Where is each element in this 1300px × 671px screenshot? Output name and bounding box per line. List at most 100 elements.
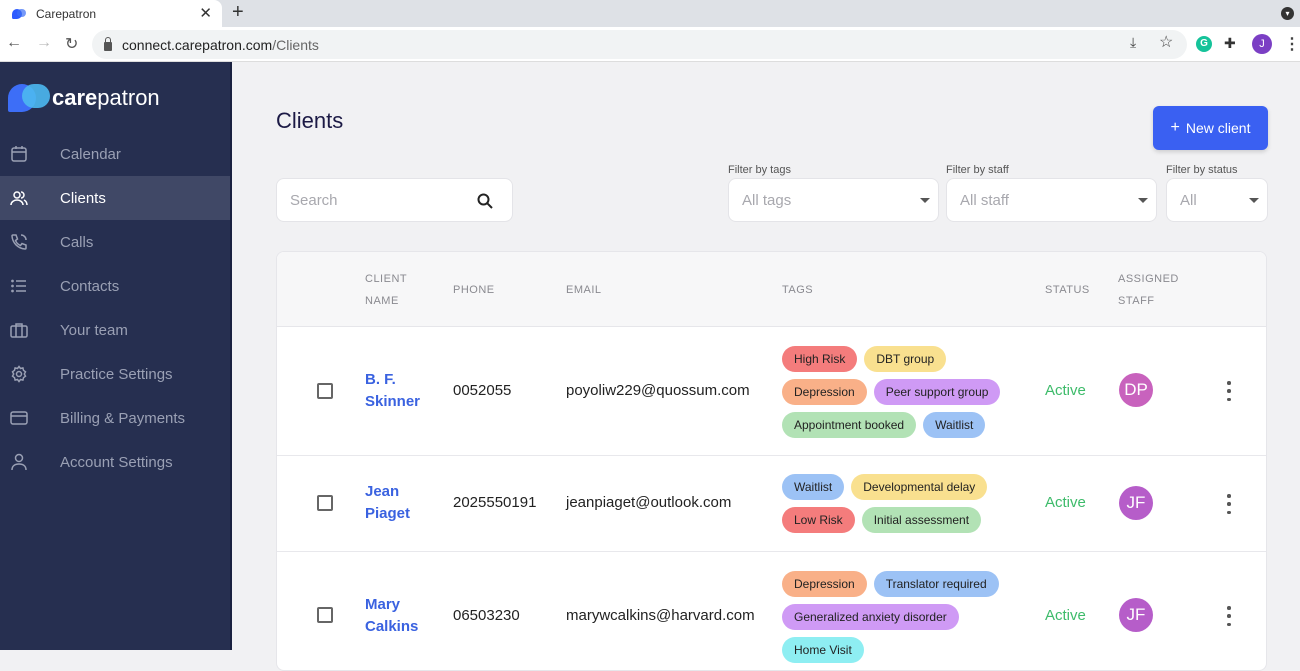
browser-tab[interactable]: Carepatron ✕: [0, 0, 222, 27]
sidebar-item-label: Account Settings: [60, 454, 173, 471]
client-email: marywcalkins@harvard.com: [566, 607, 755, 624]
status-badge: Active: [1045, 494, 1086, 511]
search-placeholder: Search: [290, 192, 338, 209]
filter-staff-select[interactable]: All staff: [946, 178, 1157, 222]
sidebar-item-label: Clients: [60, 190, 106, 207]
client-phone: 0052055: [453, 382, 511, 399]
browser-menu-icon[interactable]: ⋮: [1284, 34, 1300, 54]
sidebar-item-clients[interactable]: Clients: [0, 176, 230, 220]
staff-avatar[interactable]: JF: [1119, 598, 1153, 632]
carepatron-logo[interactable]: carepatron: [8, 84, 160, 112]
brand-light: patron: [97, 85, 159, 110]
tag-chip: Generalized anxiety disorder: [782, 604, 959, 630]
table-row[interactable]: B. F.Skinner 0052055 poyoliw229@quossum.…: [277, 327, 1266, 456]
tag-chip: Low Risk: [782, 507, 855, 533]
url-domain: connect.carepatron.com: [122, 37, 272, 53]
table-row[interactable]: JeanPiaget 2025550191 jeanpiaget@outlook…: [277, 456, 1266, 552]
filter-status-label: Filter by status: [1166, 164, 1238, 176]
sidebar-item-your-team[interactable]: Your team: [0, 308, 230, 352]
sidebar-item-account-settings[interactable]: Account Settings: [0, 440, 230, 484]
sidebar-item-calendar[interactable]: Calendar: [0, 132, 230, 176]
sidebar-item-contacts[interactable]: Contacts: [0, 264, 230, 308]
carepatron-favicon-icon: [12, 9, 26, 19]
tab-title: Carepatron: [36, 7, 96, 21]
tag-chip: DBT group: [864, 346, 946, 372]
reload-icon[interactable]: ↻: [65, 34, 78, 54]
new-tab-button[interactable]: +: [232, 1, 244, 24]
search-icon[interactable]: [476, 192, 494, 214]
client-phone: 2025550191: [453, 494, 536, 511]
client-name-link[interactable]: B. F.Skinner: [365, 369, 435, 413]
filter-tags-select[interactable]: All tags: [728, 178, 939, 222]
tag-chip: Waitlist: [782, 474, 844, 500]
sidebar-item-practice-settings[interactable]: Practice Settings: [0, 352, 230, 396]
filter-staff-label: Filter by staff: [946, 164, 1009, 176]
tag-chip: Initial assessment: [862, 507, 981, 533]
grammarly-extension-icon[interactable]: G: [1196, 36, 1212, 52]
client-name-link[interactable]: MaryCalkins: [365, 594, 435, 638]
client-tags: Waitlist Developmental delay Low Risk Initi…: [782, 474, 997, 533]
filter-staff-value: All staff: [960, 192, 1009, 209]
more-options-icon[interactable]: [1223, 606, 1235, 626]
brand-bold: care: [52, 85, 97, 110]
phone-icon: [10, 233, 28, 251]
install-icon[interactable]: ⤓: [1130, 34, 1136, 51]
row-checkbox[interactable]: [317, 607, 333, 623]
sidebar-item-label: Billing & Payments: [60, 410, 185, 427]
url-field[interactable]: connect.carepatron.com/Clients: [92, 30, 1187, 59]
users-icon: [10, 189, 28, 207]
client-phone: 06503230: [453, 607, 520, 624]
filter-tags-label: Filter by tags: [728, 164, 791, 176]
plus-icon: +: [1171, 119, 1180, 137]
tag-chip: Depression: [782, 571, 867, 597]
more-options-icon[interactable]: [1223, 381, 1235, 401]
profile-avatar[interactable]: J: [1252, 34, 1272, 54]
url-path: /Clients: [272, 37, 319, 53]
sidebar-item-label: Calendar: [60, 146, 121, 163]
header-phone[interactable]: PHONE: [453, 279, 495, 301]
header-assigned-staff: ASSIGNEDSTAFF: [1118, 268, 1179, 312]
forward-icon[interactable]: →: [36, 34, 52, 52]
more-options-icon[interactable]: [1223, 494, 1235, 514]
staff-avatar[interactable]: JF: [1119, 486, 1153, 520]
table-header: CLIENTNAME PHONE EMAIL TAGS STATUS ASSIG…: [277, 252, 1266, 327]
credit-card-icon: [10, 409, 28, 427]
header-status[interactable]: STATUS: [1045, 279, 1090, 301]
status-badge: Active: [1045, 607, 1086, 624]
sidebar-item-label: Your team: [60, 322, 128, 339]
search-input[interactable]: Search: [276, 178, 513, 222]
staff-avatar[interactable]: DP: [1119, 373, 1153, 407]
sidebar-item-calls[interactable]: Calls: [0, 220, 230, 264]
back-icon[interactable]: ←: [6, 34, 22, 52]
bookmark-star-icon[interactable]: ☆: [1159, 32, 1173, 52]
briefcase-icon: [10, 321, 28, 339]
sidebar-item-label: Practice Settings: [60, 366, 173, 383]
extensions-puzzle-icon[interactable]: ✚: [1224, 35, 1236, 52]
list-icon: [10, 277, 28, 295]
filter-status-select[interactable]: All: [1166, 178, 1268, 222]
new-client-label: New client: [1186, 120, 1251, 136]
tag-chip: High Risk: [782, 346, 857, 372]
tab-search-icon[interactable]: ▾: [1281, 7, 1294, 20]
header-email[interactable]: EMAIL: [566, 279, 602, 301]
close-tab-icon[interactable]: ✕: [199, 4, 212, 22]
filter-tags-value: All tags: [742, 192, 791, 209]
sidebar-item-billing-payments[interactable]: Billing & Payments: [0, 396, 230, 440]
client-tags: High RiskDBT groupDepressionPeer support…: [782, 346, 1012, 438]
address-bar-row: ← → ↻ connect.carepatron.com/Clients ⤓ ☆: [0, 27, 1300, 62]
row-checkbox[interactable]: [317, 383, 333, 399]
tag-chip: Waitlist: [923, 412, 985, 438]
tag-chip: Developmental delay: [851, 474, 987, 500]
header-tags[interactable]: TAGS: [782, 279, 813, 301]
chevron-down-icon: [1249, 198, 1259, 203]
client-email: jeanpiaget@outlook.com: [566, 494, 731, 511]
row-checkbox[interactable]: [317, 495, 333, 511]
header-client-name[interactable]: CLIENTNAME: [365, 268, 407, 312]
client-name-link[interactable]: JeanPiaget: [365, 481, 435, 525]
tag-chip: Appointment booked: [782, 412, 916, 438]
clients-table: CLIENTNAME PHONE EMAIL TAGS STATUS ASSIG…: [276, 251, 1267, 671]
tag-chip: Peer support group: [874, 379, 1001, 405]
table-row[interactable]: MaryCalkins 06503230 marywcalkins@harvar…: [277, 552, 1266, 671]
new-client-button[interactable]: + New client: [1153, 106, 1268, 150]
page-title: Clients: [276, 108, 343, 134]
